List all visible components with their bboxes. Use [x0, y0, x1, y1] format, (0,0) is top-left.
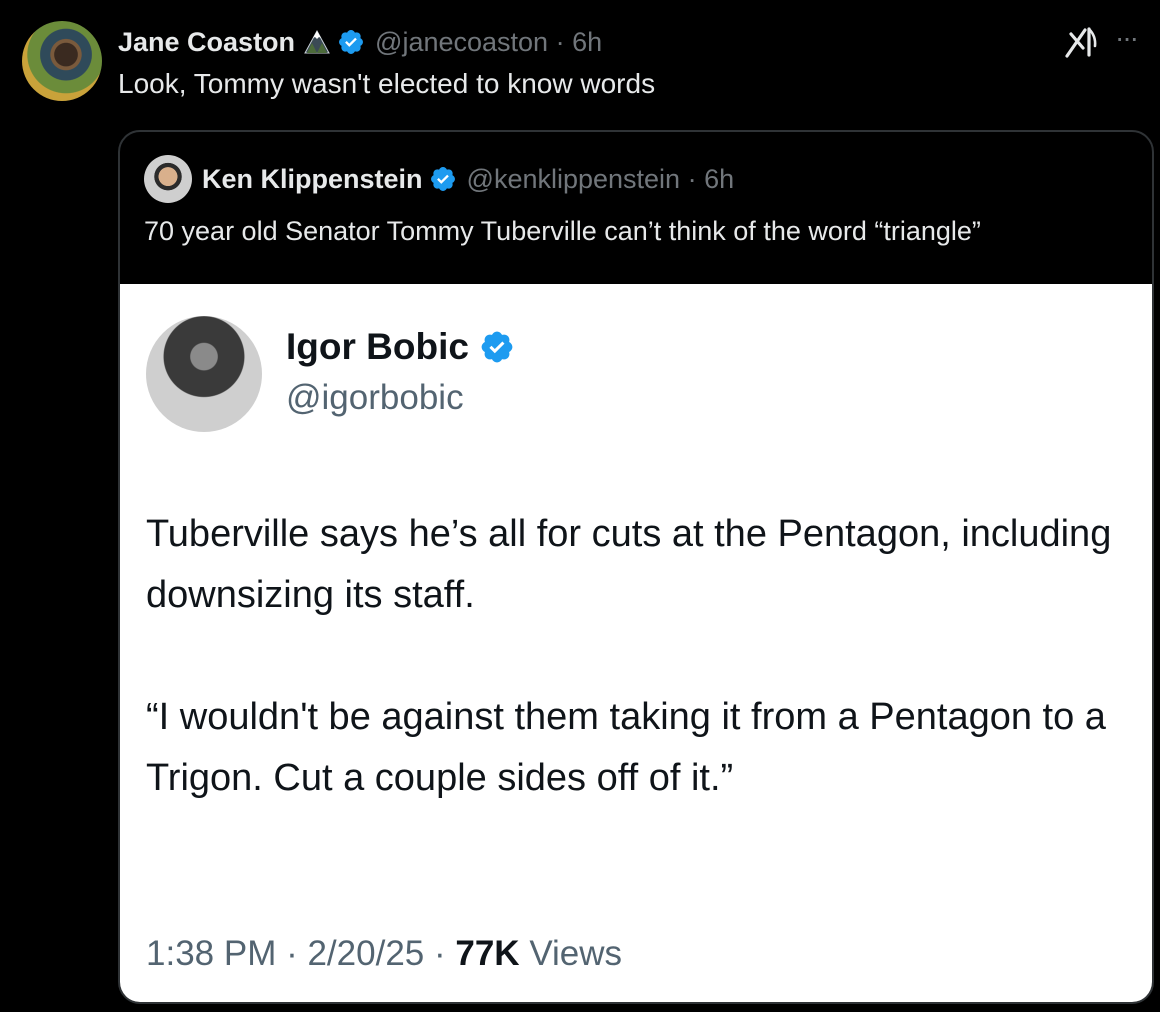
- author-name: Igor Bobic: [286, 326, 469, 367]
- avatar: [146, 316, 262, 432]
- avatar[interactable]: [144, 155, 192, 203]
- quoted-tweet[interactable]: Ken Klippenstein @kenklippenstein · 6h 7…: [118, 130, 1154, 1004]
- separator: ·: [424, 934, 456, 973]
- more-icon[interactable]: ···: [1115, 24, 1139, 52]
- quoted-tweet-header: Ken Klippenstein @kenklippenstein · 6h: [144, 154, 734, 204]
- timestamp[interactable]: 6h: [572, 27, 602, 57]
- embedded-tweet-screenshot[interactable]: Igor Bobic @igorbobic Tuberville says he…: [120, 284, 1152, 1002]
- views-label: Views: [529, 934, 623, 973]
- verified-badge-icon: [339, 30, 364, 54]
- author-name[interactable]: Ken Klippenstein: [202, 164, 423, 195]
- views-count: 77K: [455, 934, 520, 973]
- separator: ·: [276, 934, 308, 973]
- date: 2/20/25: [307, 934, 425, 973]
- tweet-meta: 1:38 PM · 2/20/25 · 77K Views: [146, 934, 622, 974]
- timestamp[interactable]: 6h: [704, 164, 734, 194]
- author-handle[interactable]: @kenklippenstein · 6h: [467, 164, 735, 195]
- verified-badge-icon: [430, 167, 455, 191]
- author-handle[interactable]: @janecoaston · 6h: [375, 27, 602, 58]
- handle-text: @janecoaston: [375, 26, 549, 57]
- timestamp: 1:38 PM: [146, 934, 277, 973]
- quoted-tweet-text: 70 year old Senator Tommy Tuberville can…: [144, 216, 981, 246]
- separator: ·: [680, 163, 705, 194]
- tweet: Jane Coaston @janecoaston · 6h ··· Look,…: [0, 0, 1160, 1012]
- paragraph: Tuberville says he’s all for cuts at the…: [146, 513, 1112, 616]
- separator: ·: [548, 26, 573, 57]
- author-handle: @igorbobic: [286, 378, 464, 417]
- tweet-text: Look, Tommy wasn't elected to know words: [118, 68, 656, 99]
- avatar[interactable]: [22, 21, 102, 101]
- mountain-emoji-icon: [304, 29, 330, 54]
- verified-badge-icon: [481, 331, 513, 363]
- screenshot-name-row: Igor Bobic: [286, 326, 515, 368]
- author-name[interactable]: Jane Coaston: [118, 27, 295, 58]
- paragraph: “I wouldn't be against them taking it fr…: [146, 696, 1106, 799]
- tweet-header: Jane Coaston @janecoaston · 6h: [118, 26, 602, 58]
- handle-text: @kenklippenstein: [466, 163, 681, 194]
- grok-icon[interactable]: [1063, 26, 1101, 58]
- screenshot-tweet-text: Tuberville says he’s all for cuts at the…: [146, 504, 1136, 809]
